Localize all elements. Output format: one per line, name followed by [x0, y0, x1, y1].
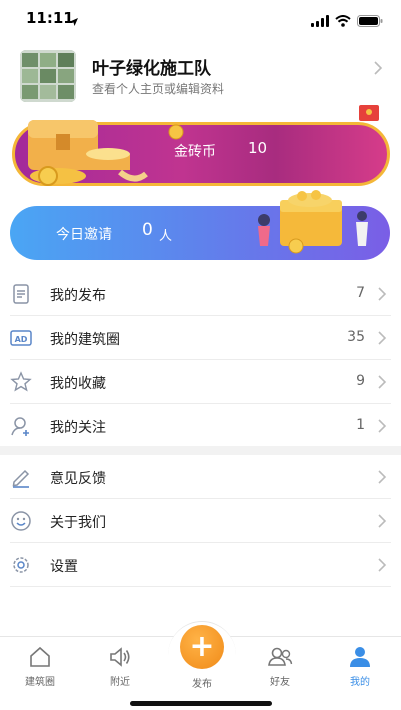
menu-label: 设置	[50, 559, 78, 575]
chevron-right-icon	[377, 286, 387, 306]
plus-icon: +	[189, 629, 215, 664]
menu-item-feedback[interactable]: 意见反馈	[0, 455, 401, 499]
chevron-right-icon	[377, 330, 387, 350]
star-icon	[10, 371, 32, 393]
person-icon	[330, 645, 390, 669]
section-divider	[0, 446, 401, 455]
chevron-right-icon	[377, 469, 387, 489]
ad-icon: AD	[10, 327, 32, 349]
tab-mine[interactable]: 我的	[330, 645, 390, 688]
coin-label: 金砖币	[174, 144, 216, 160]
menu-item-my-posts[interactable]: 我的发布 7	[0, 272, 401, 316]
user-follow-icon	[10, 415, 32, 437]
profile-subtitle: 查看个人主页或编辑资料	[92, 82, 225, 96]
menu-item-about-us[interactable]: 关于我们	[0, 499, 401, 543]
invite-label: 今日邀请	[56, 227, 112, 243]
menu-label: 我的关注	[50, 420, 106, 436]
wifi-icon	[335, 12, 351, 31]
menu-item-my-follows[interactable]: 我的关注 1	[0, 404, 401, 448]
status-time: 11:11	[26, 9, 74, 27]
coin-card[interactable]: 金砖币 10	[8, 105, 392, 198]
tab-label: 我的	[350, 677, 370, 688]
home-icon	[10, 645, 70, 669]
chevron-right-icon	[377, 557, 387, 577]
friends-icon	[250, 645, 310, 669]
invite-unit: 人	[159, 229, 173, 244]
tab-label: 附近	[110, 677, 130, 688]
menu-label: 我的发布	[50, 288, 106, 304]
document-icon	[10, 283, 32, 305]
menu-count: 35	[347, 329, 365, 345]
menu-count: 1	[356, 417, 365, 433]
chevron-right-icon	[377, 513, 387, 533]
tab-nearby[interactable]: 附近	[90, 645, 150, 688]
tab-bar: 建筑圈 附近 + 发布 好友 我的	[0, 621, 401, 710]
menu-count: 9	[356, 373, 365, 389]
tab-label: 建筑圈	[25, 677, 55, 688]
menu-item-my-circle[interactable]: AD 我的建筑圈 35	[0, 316, 401, 360]
menu-group-secondary: 意见反馈 关于我们 设置	[0, 455, 401, 587]
invite-card[interactable]: 今日邀请 0 人	[10, 190, 390, 262]
menu-label: 我的建筑圈	[50, 332, 120, 348]
coin-value: 10	[248, 139, 268, 157]
avatar[interactable]	[20, 50, 76, 102]
menu-item-settings[interactable]: 设置	[0, 543, 401, 587]
publish-button[interactable]: +	[180, 625, 224, 669]
menu-label: 我的收藏	[50, 376, 106, 392]
smile-icon	[10, 510, 32, 532]
red-envelope-icon	[358, 104, 380, 126]
home-indicator	[130, 701, 272, 706]
tab-building-circle[interactable]: 建筑圈	[10, 645, 70, 688]
gear-icon	[10, 554, 32, 576]
profile-header[interactable]: 叶子绿化施工队 查看个人主页或编辑资料	[0, 50, 401, 106]
gift-box-icon	[246, 190, 376, 264]
status-bar: 11:11	[0, 0, 401, 40]
menu-group-primary: 我的发布 7 AD 我的建筑圈 35 我的收藏 9 我的关注 1	[0, 272, 401, 448]
tab-label: 好友	[270, 677, 290, 688]
signal-icon	[311, 12, 329, 31]
publish-label: 发布	[192, 679, 212, 690]
profile-name: 叶子绿化施工队	[92, 59, 211, 79]
chevron-right-icon	[377, 418, 387, 438]
invite-value: 0	[142, 220, 153, 240]
menu-label: 意见反馈	[50, 471, 106, 487]
svg-text:AD: AD	[15, 335, 28, 344]
treasure-chest-icon	[18, 114, 148, 198]
menu-count: 7	[356, 285, 365, 301]
menu-item-my-favorites[interactable]: 我的收藏 9	[0, 360, 401, 404]
location-arrow-icon	[69, 12, 79, 31]
row-divider	[10, 586, 391, 587]
chevron-right-icon	[377, 374, 387, 394]
battery-icon	[357, 12, 383, 31]
chevron-right-icon	[373, 60, 383, 80]
tab-friends[interactable]: 好友	[250, 645, 310, 688]
speaker-icon	[90, 645, 150, 669]
pencil-icon	[10, 466, 32, 488]
menu-label: 关于我们	[50, 515, 106, 531]
